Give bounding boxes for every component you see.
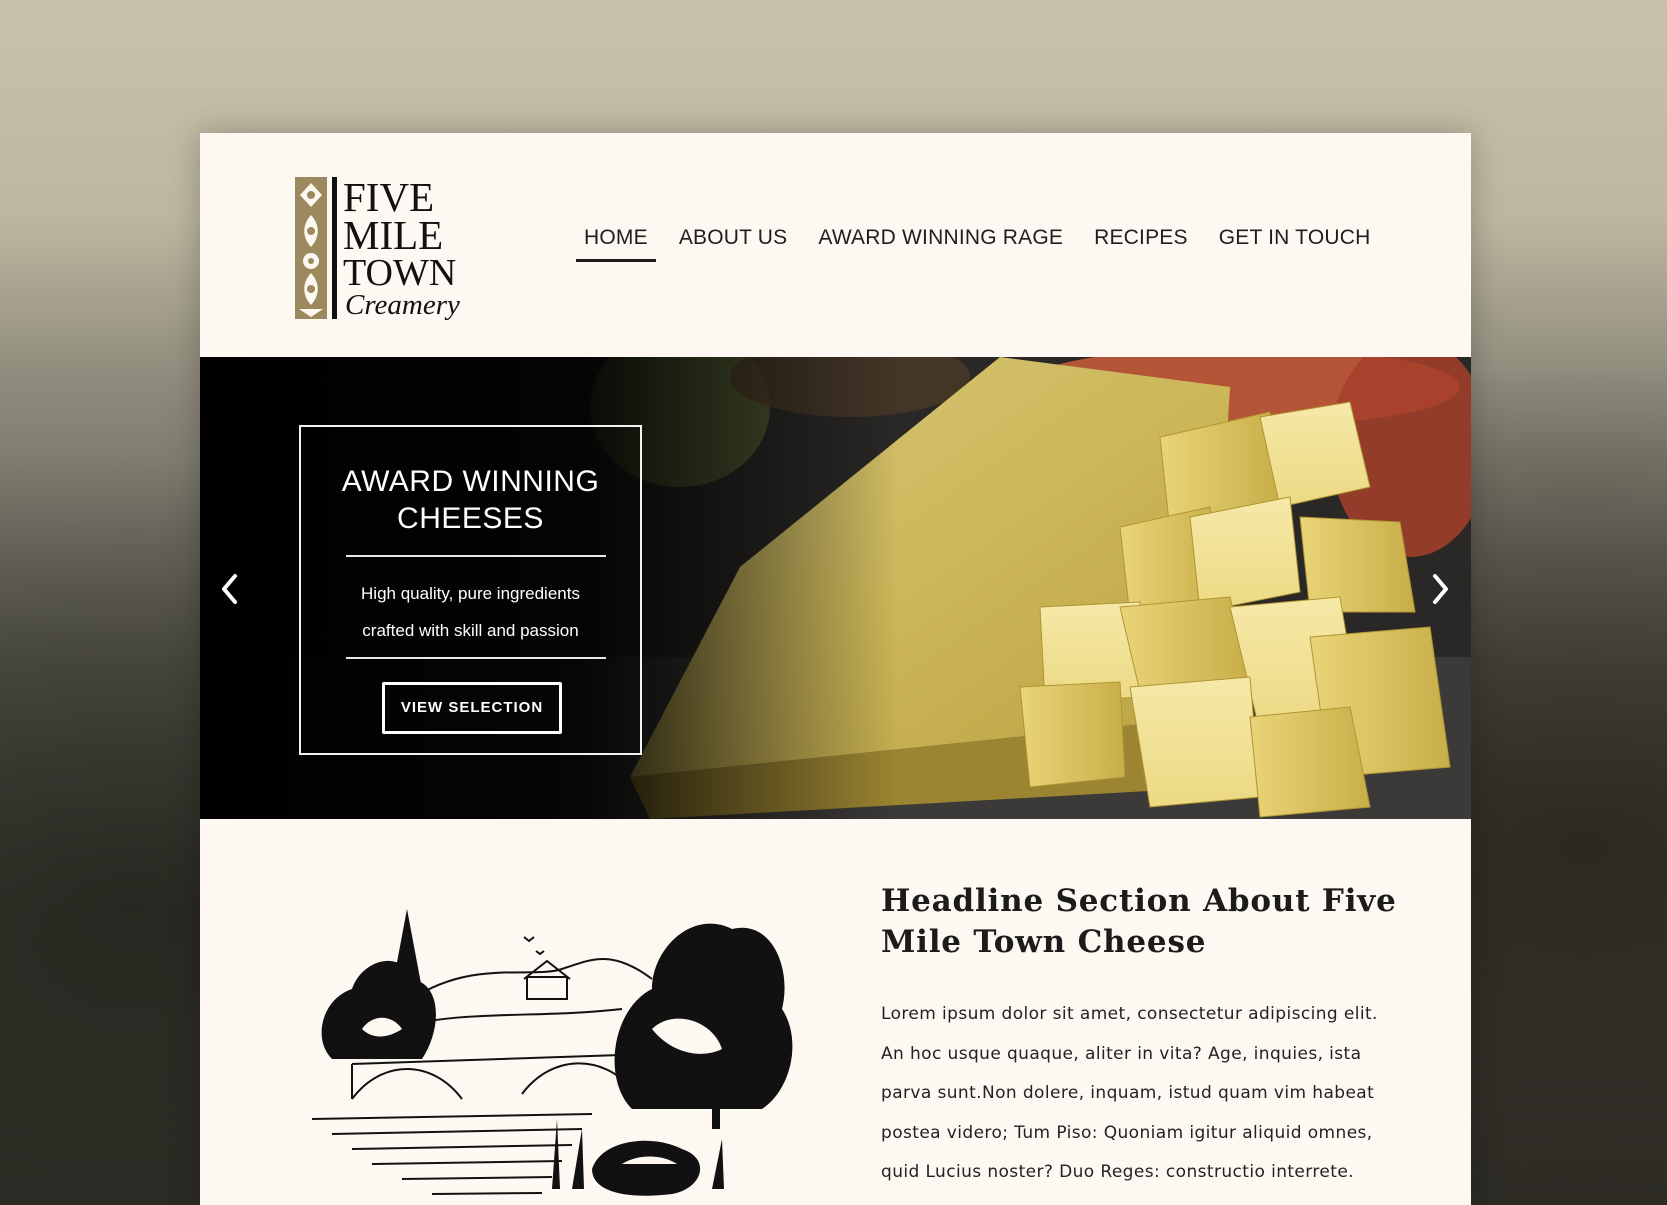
divider [346, 555, 606, 557]
hero-subtitle: High quality, pure ingredients crafted w… [321, 575, 620, 649]
nav-item-recipes[interactable]: RECIPES [1084, 226, 1198, 262]
hero-title-line-2: CHEESES [397, 502, 544, 535]
hero-subtitle-line-2: crafted with skill and passion [362, 621, 579, 640]
about-body-text: Lorem ipsum dolor sit amet, consectetur … [881, 1004, 1378, 1182]
site-header: FIVE MILE TOWN Creamery HOME ABOUT US AW… [200, 133, 1471, 357]
divider [346, 657, 606, 659]
svg-text:Creamery: Creamery [345, 289, 460, 321]
nav-item-about-us[interactable]: ABOUT US [669, 226, 798, 262]
nav-item-award-winning-rage[interactable]: AWARD WINNING RAGE [808, 226, 1073, 262]
svg-text:TOWN: TOWN [343, 252, 456, 294]
website-mockup: FIVE MILE TOWN Creamery HOME ABOUT US AW… [200, 133, 1471, 1205]
nav-item-get-in-touch[interactable]: GET IN TOUCH [1209, 226, 1381, 262]
hero-slider: AWARD WINNING CHEESES High quality, pure… [200, 357, 1471, 819]
hero-subtitle-line-1: High quality, pure ingredients [361, 584, 580, 603]
chevron-right-icon[interactable] [1428, 572, 1452, 606]
countryside-illustration [292, 889, 804, 1205]
about-section: Headline Section About Five Mile Town Ch… [200, 819, 1471, 1205]
hero-caption-box: AWARD WINNING CHEESES High quality, pure… [299, 425, 642, 755]
nav-item-home[interactable]: HOME [574, 226, 658, 262]
chevron-left-icon[interactable] [218, 572, 242, 606]
logo[interactable]: FIVE MILE TOWN Creamery [295, 177, 467, 329]
about-headline: Headline Section About Five Mile Town Ch… [881, 883, 1397, 960]
hero-title-line-1: AWARD WINNING [341, 465, 600, 498]
view-selection-button[interactable]: VIEW SELECTION [382, 682, 562, 734]
hero-title: AWARD WINNING CHEESES [301, 463, 640, 537]
main-nav: HOME ABOUT US AWARD WINNING RAGE RECIPES… [574, 226, 1391, 262]
